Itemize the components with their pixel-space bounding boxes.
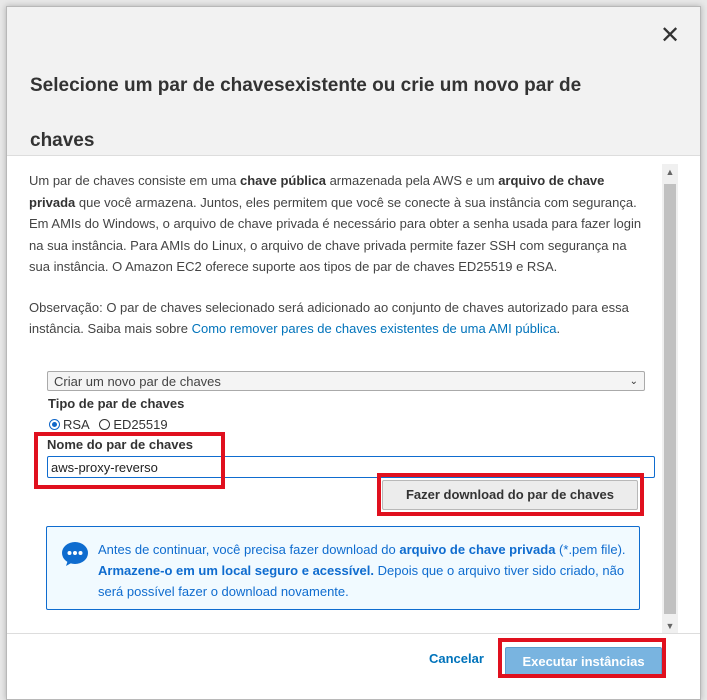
radio-ed25519-label[interactable]: ED25519 <box>113 417 167 432</box>
info-store-safely: Armazene-o em um local seguro e acessíve… <box>98 563 375 578</box>
highlight-box-launch <box>498 638 666 678</box>
desc-text-3: que você armazena. Juntos, eles permitem… <box>29 194 642 275</box>
desc-public-key: chave pública <box>239 173 326 188</box>
key-pair-select-value: Criar um novo par de chaves <box>54 374 221 389</box>
footer-divider <box>7 633 700 634</box>
highlight-box-download <box>377 473 644 516</box>
highlight-box-name <box>34 432 225 489</box>
dialog-title: Selecione um par de chavesexistente ou c… <box>30 75 582 151</box>
scroll-down-arrow-icon[interactable]: ▼ <box>662 618 678 634</box>
info-alert: Antes de continuar, você precisa fazer d… <box>46 526 640 610</box>
key-pair-type-label: Tipo de par de chaves <box>48 396 185 411</box>
scroll-up-arrow-icon[interactable]: ▲ <box>662 164 678 180</box>
info-text-2: (*.pem file). <box>555 542 626 557</box>
info-private-key: arquivo de chave privada <box>399 542 556 557</box>
chevron-down-icon: ⌄ <box>629 376 638 387</box>
key-pair-dialog: Selecione um par de chavesexistente ou c… <box>6 6 701 700</box>
info-text-1: Antes de continuar, você precisa fazer d… <box>98 542 400 557</box>
radio-ed25519[interactable] <box>99 419 111 431</box>
remove-key-pairs-link[interactable]: Como remover pares de chaves existentes … <box>192 321 557 336</box>
note-paragraph: Observação: O par de chaves selecionado … <box>29 297 649 340</box>
chat-bubble-icon <box>62 542 88 566</box>
key-pair-select[interactable]: Criar um novo par de chaves ⌄ <box>47 371 645 391</box>
info-text: Antes de continuar, você precisa fazer d… <box>98 539 628 602</box>
desc-text-1: Um par de chaves consiste em uma <box>29 173 240 188</box>
cancel-button[interactable]: Cancelar <box>429 651 484 666</box>
note-end: . <box>556 321 561 336</box>
radio-rsa[interactable] <box>49 419 60 431</box>
radio-rsa-label[interactable]: RSA <box>63 417 90 432</box>
dialog-header: Selecione um par de chavesexistente ou c… <box>7 7 700 156</box>
close-icon[interactable]: ✕ <box>659 24 681 48</box>
key-pair-type-group: RSA ED25519 <box>49 416 174 432</box>
dialog-body: Um par de chaves consiste em uma chave p… <box>29 170 649 340</box>
desc-text-2: armazenada pela AWS e um <box>325 173 499 188</box>
scroll-thumb[interactable] <box>664 184 676 614</box>
description-paragraph: Um par de chaves consiste em uma chave p… <box>29 170 649 278</box>
scrollbar[interactable]: ▲ ▼ <box>662 164 678 634</box>
